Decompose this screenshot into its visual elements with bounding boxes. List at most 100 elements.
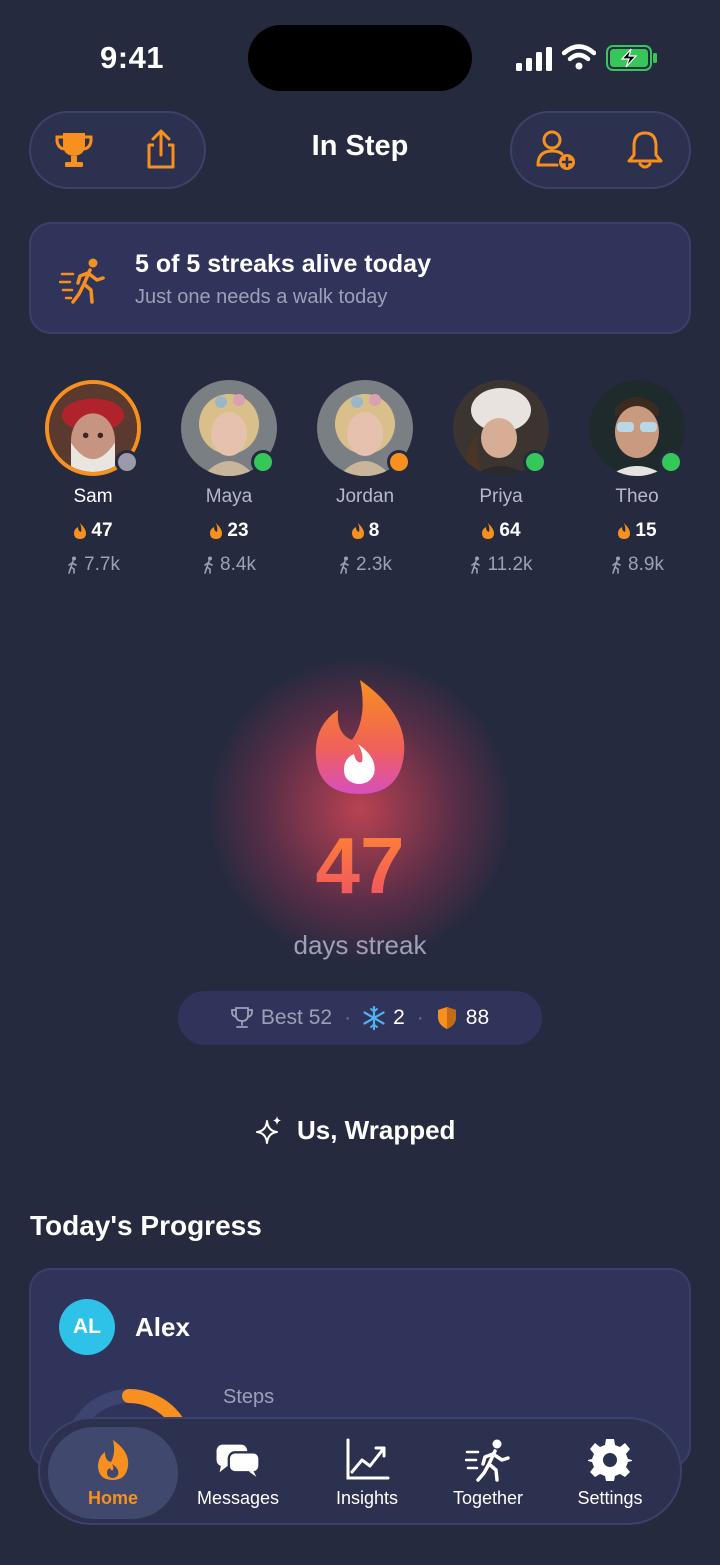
- flame-icon: [98, 1439, 129, 1480]
- shield-value: 88: [465, 1006, 490, 1029]
- walking-icon: [340, 556, 349, 574]
- tab-bar: Home Messages Insights Together Settings: [38, 1417, 682, 1525]
- friend-name: Theo: [615, 486, 659, 507]
- best-streak-stat: Best 52: [230, 1006, 333, 1030]
- us-wrapped-button[interactable]: Us, Wrapped: [255, 1110, 455, 1150]
- friend-name: Priya: [479, 486, 523, 507]
- friend-steps-value: 8.9k: [628, 554, 664, 575]
- friend-streak-value: 8: [368, 520, 380, 541]
- friend-streak: 23: [161, 520, 297, 542]
- friend-steps: 8.9k: [569, 554, 705, 576]
- chat-icon: [216, 1444, 261, 1477]
- freeze-value: 2: [393, 1006, 405, 1029]
- presence-online-indicator: [251, 450, 275, 474]
- best-streak-value: Best 52: [260, 1006, 333, 1029]
- home-indicator-area: [0, 1528, 720, 1565]
- header-right-actions: [510, 111, 691, 189]
- status-time: 9:41: [100, 40, 165, 75]
- flame-icon: [315, 680, 405, 794]
- friend-sam[interactable]: Sam 47 7.7k: [25, 380, 161, 576]
- cellular-signal-icon: [516, 47, 552, 71]
- banner-subtitle: Just one needs a walk today: [135, 286, 388, 308]
- user-name: Alex: [135, 1312, 190, 1342]
- tab-insights[interactable]: Insights: [312, 1427, 422, 1519]
- tab-home[interactable]: Home: [48, 1427, 178, 1519]
- friend-steps-value: 11.2k: [487, 554, 533, 575]
- banner-title: 5 of 5 streaks alive today: [135, 250, 431, 278]
- flame-icon: [210, 523, 223, 539]
- tab-messages[interactable]: Messages: [182, 1427, 294, 1519]
- friend-maya[interactable]: Maya 23 8.4k: [161, 380, 297, 576]
- friend-steps: 2.3k: [297, 554, 433, 576]
- section-title: Today's Progress: [30, 1210, 262, 1241]
- dynamic-island: [248, 25, 472, 91]
- streak-count: 47: [250, 820, 470, 912]
- freeze-stat: 2: [363, 1006, 405, 1030]
- flame-icon: [482, 523, 495, 539]
- friend-steps: 7.7k: [25, 554, 161, 576]
- friend-streak: 15: [569, 520, 705, 542]
- separator-dot: ·: [344, 1006, 352, 1029]
- friend-name: Jordan: [335, 486, 395, 507]
- friend-streak: 47: [25, 520, 161, 542]
- walking-icon: [612, 556, 621, 574]
- presence-online-indicator: [659, 450, 683, 474]
- friend-steps: 11.2k: [433, 554, 569, 576]
- share-icon: [147, 129, 175, 169]
- chart-icon: [346, 1438, 390, 1479]
- shield-icon: [437, 1007, 456, 1029]
- notifications-button[interactable]: [615, 120, 675, 180]
- avatar-wrap: [317, 380, 413, 476]
- steps-label: Steps: [223, 1386, 275, 1408]
- tab-settings[interactable]: Settings: [556, 1427, 664, 1519]
- tab-label: Settings: [577, 1487, 643, 1508]
- wifi-icon: [562, 44, 596, 70]
- streak-status-banner[interactable]: 5 of 5 streaks alive today Just one need…: [29, 222, 691, 334]
- walker-icon: [59, 258, 105, 304]
- avatar-wrap: [453, 380, 549, 476]
- friend-theo[interactable]: Theo 15 8.9k: [569, 380, 705, 576]
- friend-streak-value: 23: [227, 520, 249, 541]
- friend-steps-value: 8.4k: [220, 554, 256, 575]
- tab-together[interactable]: Together: [432, 1427, 544, 1519]
- sparkles-icon: [256, 1116, 281, 1144]
- shield-stat: 88: [436, 1006, 489, 1030]
- add-friend-icon: [536, 130, 576, 170]
- trophy-icon: [55, 133, 93, 167]
- friend-streak-value: 47: [91, 520, 113, 541]
- user-avatar: AL: [59, 1299, 115, 1355]
- friend-streak-value: 64: [499, 520, 521, 541]
- avatar-wrap: [181, 380, 277, 476]
- flame-icon: [74, 523, 87, 539]
- app-title: In Step: [311, 130, 409, 162]
- battery-charging-icon: [606, 45, 657, 71]
- friend-jordan[interactable]: Jordan 8 2.3k: [297, 380, 433, 576]
- friend-steps-value: 2.3k: [356, 554, 392, 575]
- us-wrapped-label: Us, Wrapped: [297, 1114, 456, 1145]
- bell-icon: [627, 131, 663, 169]
- trophy-outline-icon: [230, 1007, 253, 1028]
- flame-icon: [618, 523, 631, 539]
- gear-icon: [588, 1438, 632, 1481]
- header-left-actions: [29, 111, 206, 189]
- walkers-icon: [465, 1439, 510, 1482]
- friend-steps: 8.4k: [161, 554, 297, 576]
- add-friend-button[interactable]: [526, 120, 586, 180]
- streak-label: days streak: [293, 930, 427, 960]
- presence-away-indicator: [387, 450, 411, 474]
- friend-priya[interactable]: Priya 64 11.2k: [433, 380, 569, 576]
- flame-icon: [351, 523, 364, 539]
- trophy-button[interactable]: [44, 120, 104, 180]
- share-button[interactable]: [131, 120, 191, 180]
- presence-online-indicator: [523, 450, 547, 474]
- tab-label: Home: [87, 1487, 138, 1508]
- friend-streak: 64: [433, 520, 569, 542]
- friend-streak-value: 15: [635, 520, 657, 541]
- status-bar: 9:41: [0, 0, 720, 110]
- tab-label: Together: [452, 1487, 524, 1508]
- walking-icon: [204, 556, 213, 574]
- avatar-wrap: [45, 380, 141, 476]
- walking-icon: [471, 556, 481, 574]
- streak-stats: Best 52 · 2 · 88: [178, 991, 542, 1045]
- friend-name: Sam: [73, 486, 113, 507]
